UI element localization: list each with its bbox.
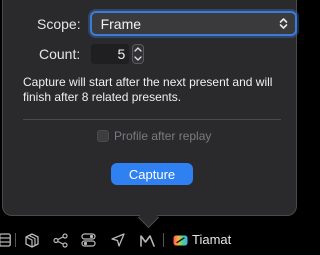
count-field[interactable]: 5 xyxy=(91,44,130,64)
capture-popover: Scope: Frame Count: 5 Capture will start xyxy=(2,0,297,216)
cube-icon[interactable] xyxy=(24,225,40,255)
capture-button[interactable]: Capture xyxy=(111,163,193,185)
stepper-down-icon[interactable] xyxy=(134,56,142,61)
stepper-up-icon[interactable] xyxy=(134,47,142,52)
capture-button-label: Capture xyxy=(128,166,176,182)
scope-select-value: Frame xyxy=(100,15,142,32)
toolbar-separator xyxy=(15,233,16,247)
divider xyxy=(23,119,281,120)
capture-description: Capture will start after the next presen… xyxy=(23,75,273,104)
toolbar-separator xyxy=(163,233,164,247)
count-label: Count: xyxy=(39,46,81,62)
scope-row: Scope: Frame xyxy=(37,11,297,36)
device-name[interactable]: Tiamat xyxy=(192,232,231,247)
chevron-up-down-icon xyxy=(279,17,288,31)
profile-after-replay-label: Profile after replay xyxy=(114,129,212,143)
toggle-icon[interactable] xyxy=(80,225,96,255)
scope-label: Scope: xyxy=(37,15,81,32)
list-icon[interactable] xyxy=(0,225,12,255)
metal-icon[interactable] xyxy=(139,225,155,255)
bottom-toolbar: Tiamat xyxy=(0,225,300,255)
scope-select[interactable]: Frame xyxy=(89,11,297,36)
location-arrow-icon[interactable] xyxy=(110,225,126,255)
device-icon[interactable] xyxy=(172,225,188,255)
count-stepper[interactable] xyxy=(132,44,145,64)
count-row: Count: 5 xyxy=(39,44,145,64)
profile-after-replay-row: Profile after replay xyxy=(97,129,211,143)
graph-icon[interactable] xyxy=(52,225,68,255)
profile-after-replay-checkbox[interactable] xyxy=(97,130,109,142)
count-value: 5 xyxy=(117,46,126,62)
